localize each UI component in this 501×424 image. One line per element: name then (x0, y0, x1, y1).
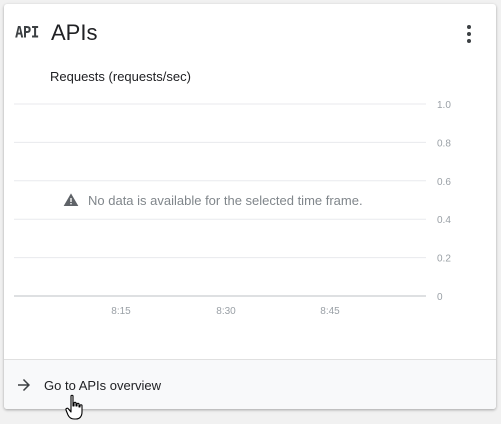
apis-card: API APIs Requests (requests/sec) 1.0 0.8 0… (4, 4, 496, 409)
y-tick-label: 0.2 (437, 254, 451, 265)
x-tick-label: 8:30 (216, 306, 236, 317)
footer-label: Go to APIs overview (44, 377, 162, 393)
x-tick-label: 8:45 (320, 306, 340, 317)
y-tick-label: 0 (437, 292, 443, 303)
hand-pointer-cursor-icon (65, 394, 83, 420)
arrow-right-icon (18, 379, 30, 391)
warning-icon (63, 193, 79, 206)
requests-chart: 1.0 0.8 0.6 0.4 0.2 0 8:15 8:30 8:45 (14, 100, 451, 317)
y-tick-label: 0.8 (437, 138, 451, 149)
y-tick-label: 0.4 (437, 215, 451, 226)
no-data-text: No data is available for the selected ti… (88, 192, 363, 208)
y-tick-label: 0.6 (437, 177, 451, 188)
no-data-message: No data is available for the selected ti… (61, 192, 365, 208)
x-tick-label: 8:15 (111, 306, 131, 317)
y-tick-label: 1.0 (437, 100, 451, 111)
